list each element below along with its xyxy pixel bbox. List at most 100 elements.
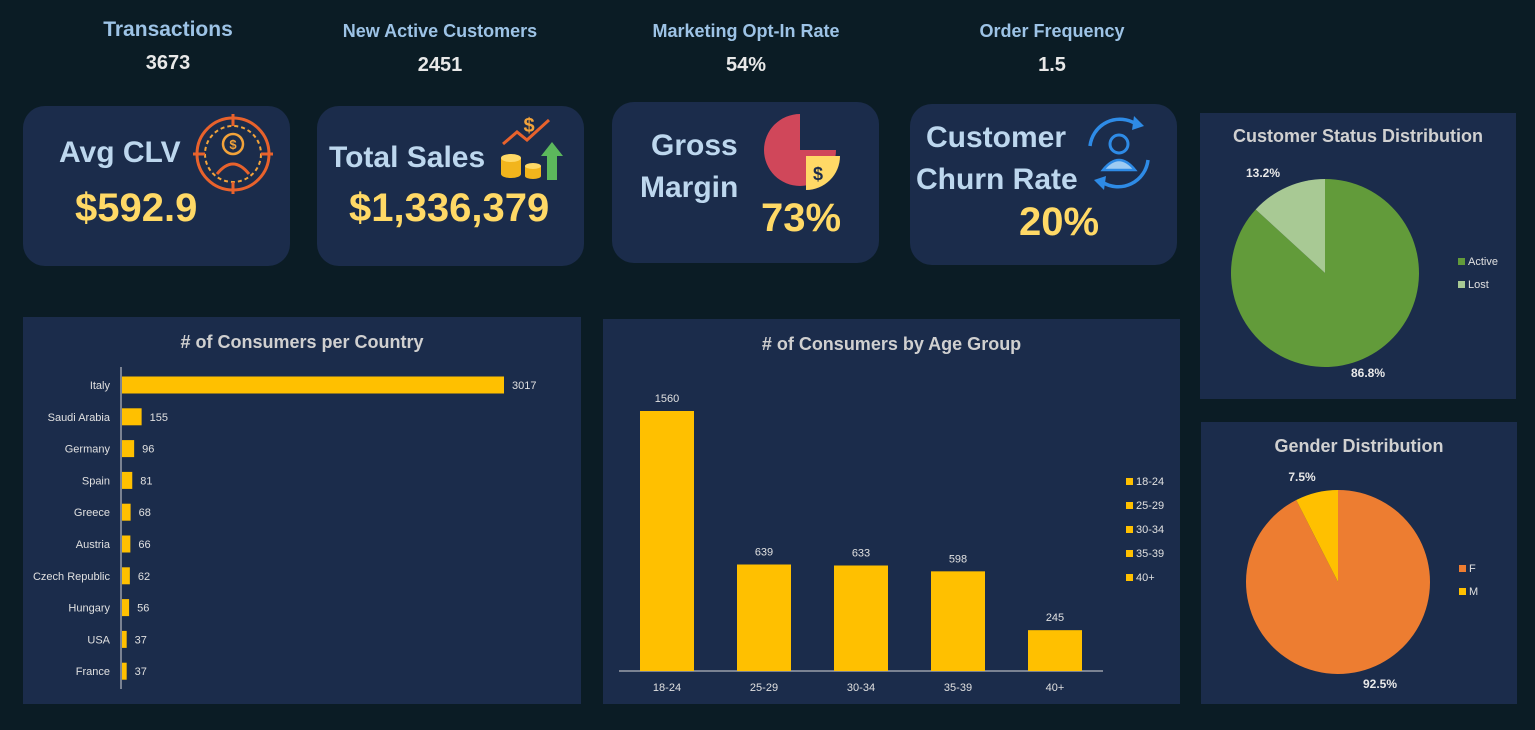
data-label: 81: [140, 475, 152, 487]
data-label: 1560: [655, 393, 679, 405]
legend-swatch: [1459, 565, 1466, 572]
kpi-marketing-opt-in: Marketing Opt-In Rate 54%: [616, 18, 876, 77]
card-churn-rate: Customer Churn Rate 20%: [910, 104, 1177, 265]
category-label: Spain: [82, 475, 110, 487]
category-label: France: [76, 666, 110, 678]
bar: [931, 571, 985, 671]
bar: [122, 376, 504, 394]
card-value: 20%: [1019, 200, 1100, 244]
legend-swatch: [1126, 550, 1133, 557]
bar: [122, 662, 127, 680]
card-avg-clv: Avg CLV $592.9 $: [23, 106, 290, 266]
status-chart-panel: Customer Status Distribution 86.8% 13.2% A…: [1200, 113, 1516, 399]
bar: [640, 411, 694, 671]
category-label: 25-29: [750, 682, 778, 694]
kpi-label: Order Frequency: [979, 21, 1125, 41]
data-label: 86.8%: [1351, 366, 1385, 380]
legend-label: Active: [1468, 256, 1498, 268]
data-label: 633: [852, 548, 870, 560]
country-bar-chart: Italy 3017 Saudi Arabia 155 Germany 96 Spain 81…: [33, 367, 536, 689]
bar: [122, 599, 130, 617]
legend-label: 35-39: [1136, 548, 1164, 560]
card-title: Total Sales: [329, 141, 486, 174]
kpi-label: Marketing Opt-In Rate: [652, 21, 840, 41]
data-label: 3017: [512, 380, 536, 392]
legend-swatch: [1126, 574, 1133, 581]
legend-swatch: [1459, 588, 1466, 595]
data-label: 598: [949, 553, 967, 565]
category-label: Austria: [76, 539, 111, 551]
data-label: 7.5%: [1288, 470, 1316, 484]
data-label: 68: [139, 507, 151, 519]
svg-text:$: $: [813, 164, 823, 184]
kpi-label: New Active Customers: [342, 21, 538, 41]
category-label: 40+: [1046, 682, 1065, 694]
bar: [122, 567, 130, 585]
age-bar-chart: 1560 18-24 639 25-29 633 30-34 598 35-39 245 40+ 1…: [619, 393, 1164, 694]
age-chart-panel: # of Consumers by Age Group 1560 18-24 639…: [603, 319, 1180, 704]
data-label: 37: [135, 666, 147, 678]
data-label: 245: [1046, 612, 1064, 624]
svg-text:$: $: [229, 137, 237, 152]
legend-label: 40+: [1136, 572, 1155, 584]
card-value: $592.9: [75, 186, 198, 230]
category-label: Greece: [74, 507, 110, 519]
data-label: 639: [755, 547, 773, 559]
money-target-icon: $: [193, 114, 273, 194]
country-chart-panel: # of Consumers per Country Italy 3017 Saud…: [23, 317, 581, 704]
bar: [122, 503, 131, 521]
legend-swatch: [1458, 281, 1465, 288]
legend-label: F: [1469, 563, 1476, 575]
data-label: 96: [142, 444, 154, 456]
kpi-new-active-customers: New Active Customers 2451: [310, 18, 570, 77]
bar: [737, 564, 791, 671]
card-title-line1: Customer: [926, 121, 1067, 154]
category-label: 18-24: [653, 682, 681, 694]
legend-label: 30-34: [1136, 524, 1164, 536]
customer-cycle-icon: [1088, 116, 1150, 190]
pie-dollar-icon: $: [764, 114, 840, 190]
legend-label: 25-29: [1136, 500, 1164, 512]
kpi-value: 2451: [417, 54, 463, 76]
card-title-line2: Margin: [640, 171, 739, 204]
data-label: 66: [138, 539, 150, 551]
kpi-label: Transactions: [103, 18, 233, 41]
bar: [122, 440, 135, 458]
category-label: 35-39: [944, 682, 972, 694]
category-label: Czech Republic: [33, 571, 111, 583]
gender-pie-chart: 92.5% 7.5% FM: [1246, 470, 1478, 691]
data-label: 92.5%: [1363, 677, 1397, 691]
card-total-sales: Total Sales $1,336,379 $: [317, 106, 584, 266]
kpi-order-frequency: Order Frequency 1.5: [922, 18, 1182, 77]
category-label: Italy: [90, 380, 111, 392]
legend-swatch: [1458, 258, 1465, 265]
bar: [122, 630, 127, 648]
card-title-line1: Gross: [651, 129, 738, 162]
bar: [1028, 630, 1082, 671]
data-label: 13.2%: [1246, 166, 1280, 180]
legend-swatch: [1126, 502, 1133, 509]
bar: [122, 535, 131, 553]
card-title-line2: Churn Rate: [916, 163, 1078, 196]
category-label: USA: [87, 634, 110, 646]
bar: [834, 565, 888, 671]
card-value: $1,336,379: [349, 186, 550, 230]
legend-label: M: [1469, 586, 1478, 598]
legend-label: Lost: [1468, 279, 1489, 291]
bar: [122, 471, 133, 489]
card-value: 73%: [761, 196, 842, 240]
category-label: Saudi Arabia: [48, 412, 111, 424]
card-title: Avg CLV: [59, 136, 181, 169]
kpi-value: 54%: [725, 54, 767, 76]
legend-label: 18-24: [1136, 476, 1164, 488]
data-label: 56: [137, 603, 149, 615]
category-label: 30-34: [847, 682, 875, 694]
legend-swatch: [1126, 478, 1133, 485]
data-label: 62: [138, 571, 150, 583]
kpi-value: 1.5: [1038, 54, 1066, 76]
card-gross-margin: Gross Margin 73% $: [612, 102, 879, 263]
sales-growth-icon: $: [501, 115, 563, 180]
status-pie-chart: 86.8% 13.2% Active Lost: [1231, 166, 1498, 380]
data-label: 155: [150, 412, 168, 424]
legend-swatch: [1126, 526, 1133, 533]
